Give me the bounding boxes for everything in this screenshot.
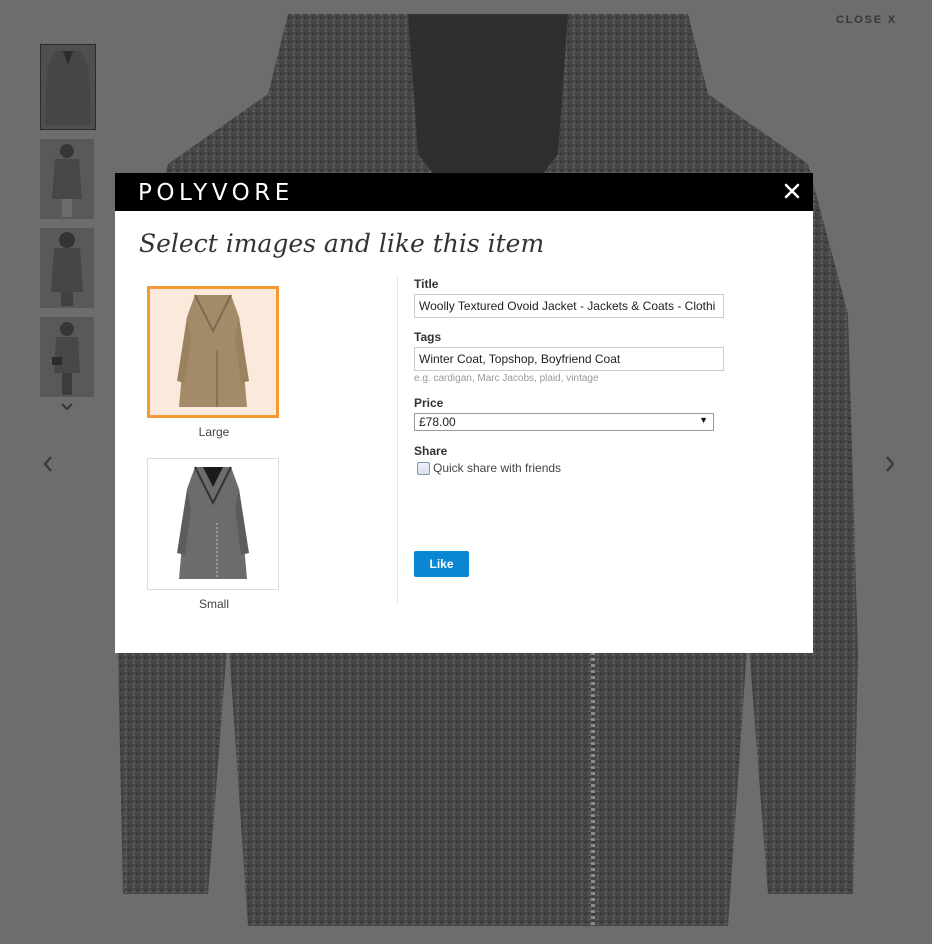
quick-share-checkbox[interactable] (417, 461, 430, 475)
price-select-value: £78.00 (419, 415, 456, 429)
title-input[interactable] (414, 294, 724, 318)
like-item-dialog: POLYVORE Select images and like this ite… (115, 173, 813, 653)
price-label: Price (414, 396, 444, 410)
coat-small-image (177, 466, 249, 579)
dropdown-arrow-icon: ▼ (699, 415, 708, 425)
image-option-large[interactable]: Large (147, 286, 281, 439)
image-frame-selected[interactable] (147, 286, 279, 418)
brand-logo: POLYVORE (138, 180, 294, 206)
tags-hint: e.g. cardigan, Marc Jacobs, plaid, vinta… (414, 373, 599, 384)
tags-input[interactable] (414, 347, 724, 371)
image-options: Large Small (147, 286, 281, 611)
dialog-header: POLYVORE (115, 173, 813, 211)
image-caption-small: Small (198, 597, 229, 611)
share-label: Share (414, 444, 448, 458)
title-label: Title (414, 277, 439, 291)
like-form: Title Tags e.g. cardigan, Marc Jacobs, p… (414, 277, 744, 577)
quick-share-label: Quick share with friends (433, 461, 562, 475)
image-option-small[interactable]: Small (147, 458, 281, 611)
image-frame[interactable] (147, 458, 279, 590)
image-caption-large: Large (198, 425, 230, 439)
like-button[interactable]: Like (414, 551, 469, 577)
price-select[interactable]: £78.00 ▼ (414, 413, 714, 431)
coat-large-image (177, 294, 249, 407)
close-icon[interactable] (783, 182, 801, 200)
quick-share-option[interactable]: Quick share with friends (414, 461, 744, 475)
column-divider (397, 277, 398, 603)
tags-label: Tags (414, 330, 442, 344)
dialog-title: Select images and like this item (139, 229, 545, 258)
